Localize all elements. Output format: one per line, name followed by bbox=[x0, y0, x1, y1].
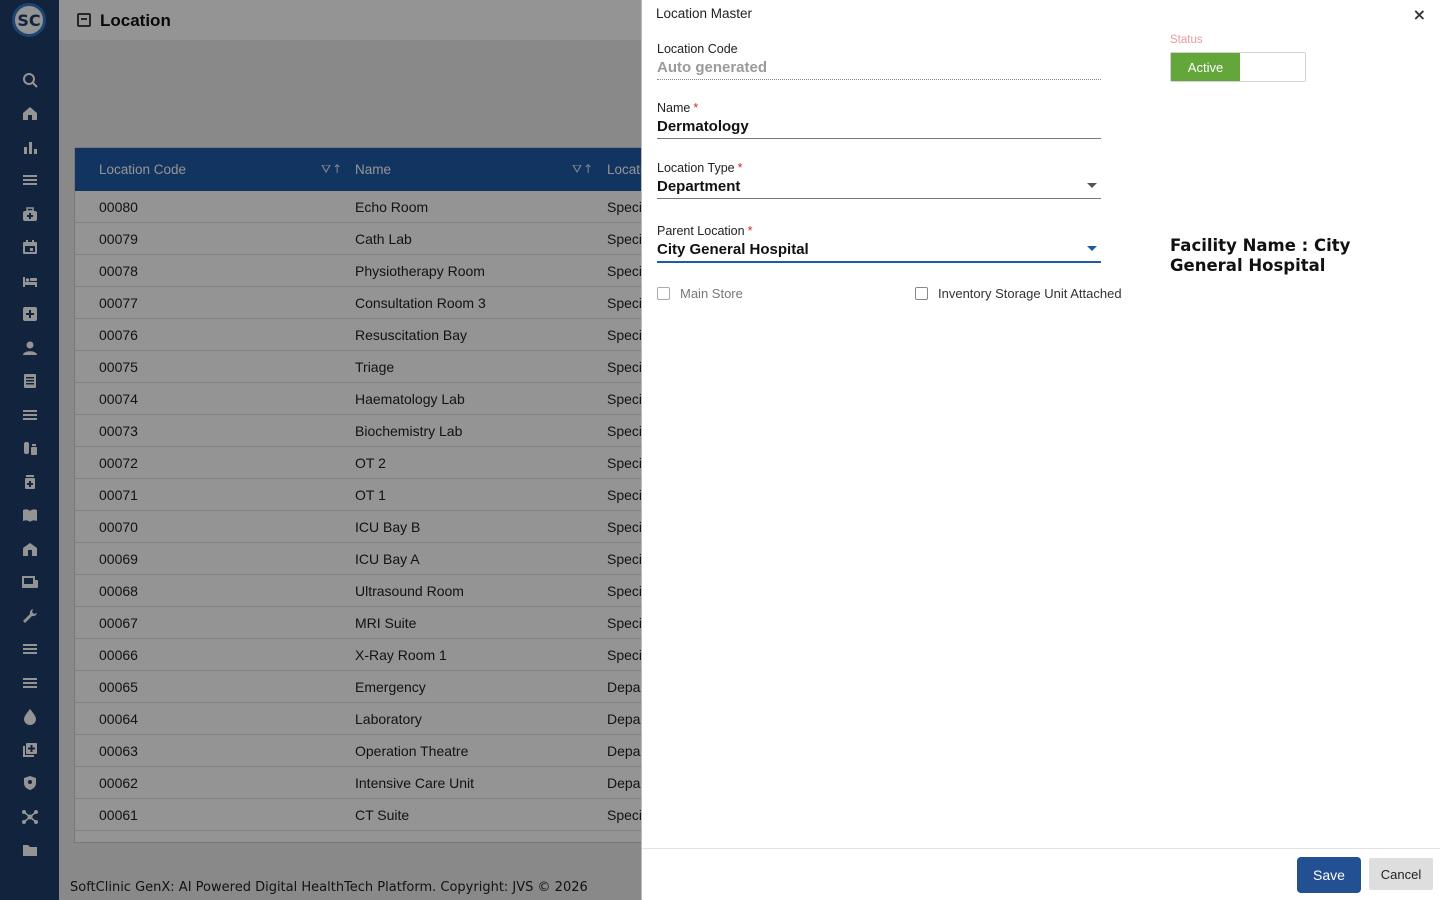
name-label-text: Name bbox=[657, 101, 691, 115]
main-store-checkbox[interactable]: Main Store bbox=[657, 286, 743, 301]
status-label: Status bbox=[1170, 34, 1203, 46]
save-button[interactable]: Save bbox=[1297, 857, 1361, 893]
close-icon[interactable]: × bbox=[1413, 5, 1426, 24]
location-type-select[interactable]: Department bbox=[657, 176, 1101, 198]
parent-location-select[interactable]: City General Hospital bbox=[657, 239, 1101, 261]
main-store-label: Main Store bbox=[680, 286, 743, 301]
facility-name: Facility Name : City General Hospital bbox=[1170, 236, 1351, 275]
parent-location-label-text: Parent Location bbox=[657, 224, 745, 238]
status-active-option[interactable]: Active bbox=[1171, 53, 1240, 81]
dialog-title: Location Master bbox=[656, 6, 753, 21]
location-type-field[interactable]: Location Type * Department bbox=[657, 161, 1101, 199]
required-mark: * bbox=[747, 224, 753, 238]
location-type-label-text: Location Type bbox=[657, 161, 735, 175]
name-input[interactable]: Dermatology bbox=[657, 116, 1101, 138]
parent-location-label: Parent Location * bbox=[657, 224, 1101, 238]
status-toggle[interactable]: Active bbox=[1170, 52, 1306, 82]
inventory-storage-checkbox[interactable]: Inventory Storage Unit Attached bbox=[915, 286, 1122, 301]
name-label: Name * bbox=[657, 101, 1101, 115]
checkbox-box[interactable] bbox=[915, 287, 928, 300]
location-master-dialog: Location Master × Location Code Auto gen… bbox=[641, 0, 1440, 900]
field-underline bbox=[657, 79, 1101, 80]
chevron-down-icon[interactable] bbox=[1087, 183, 1097, 188]
status-inactive-option[interactable] bbox=[1240, 53, 1305, 81]
dialog-footer: Save Cancel bbox=[642, 848, 1440, 900]
chevron-down-icon[interactable] bbox=[1087, 246, 1097, 251]
field-underline bbox=[657, 261, 1101, 263]
required-mark: * bbox=[737, 161, 743, 175]
cancel-button[interactable]: Cancel bbox=[1369, 858, 1433, 890]
name-field[interactable]: Name * Dermatology bbox=[657, 101, 1101, 139]
field-underline bbox=[657, 138, 1101, 139]
field-underline bbox=[657, 198, 1101, 199]
location-type-label: Location Type * bbox=[657, 161, 1101, 175]
location-code-field: Location Code Auto generated bbox=[657, 42, 1101, 80]
required-mark: * bbox=[693, 101, 699, 115]
location-code-value: Auto generated bbox=[657, 59, 768, 76]
inventory-storage-label: Inventory Storage Unit Attached bbox=[938, 286, 1122, 301]
location-code-label: Location Code bbox=[657, 42, 738, 56]
checkbox-box[interactable] bbox=[657, 287, 670, 300]
parent-location-field[interactable]: Parent Location * City General Hospital bbox=[657, 224, 1101, 263]
